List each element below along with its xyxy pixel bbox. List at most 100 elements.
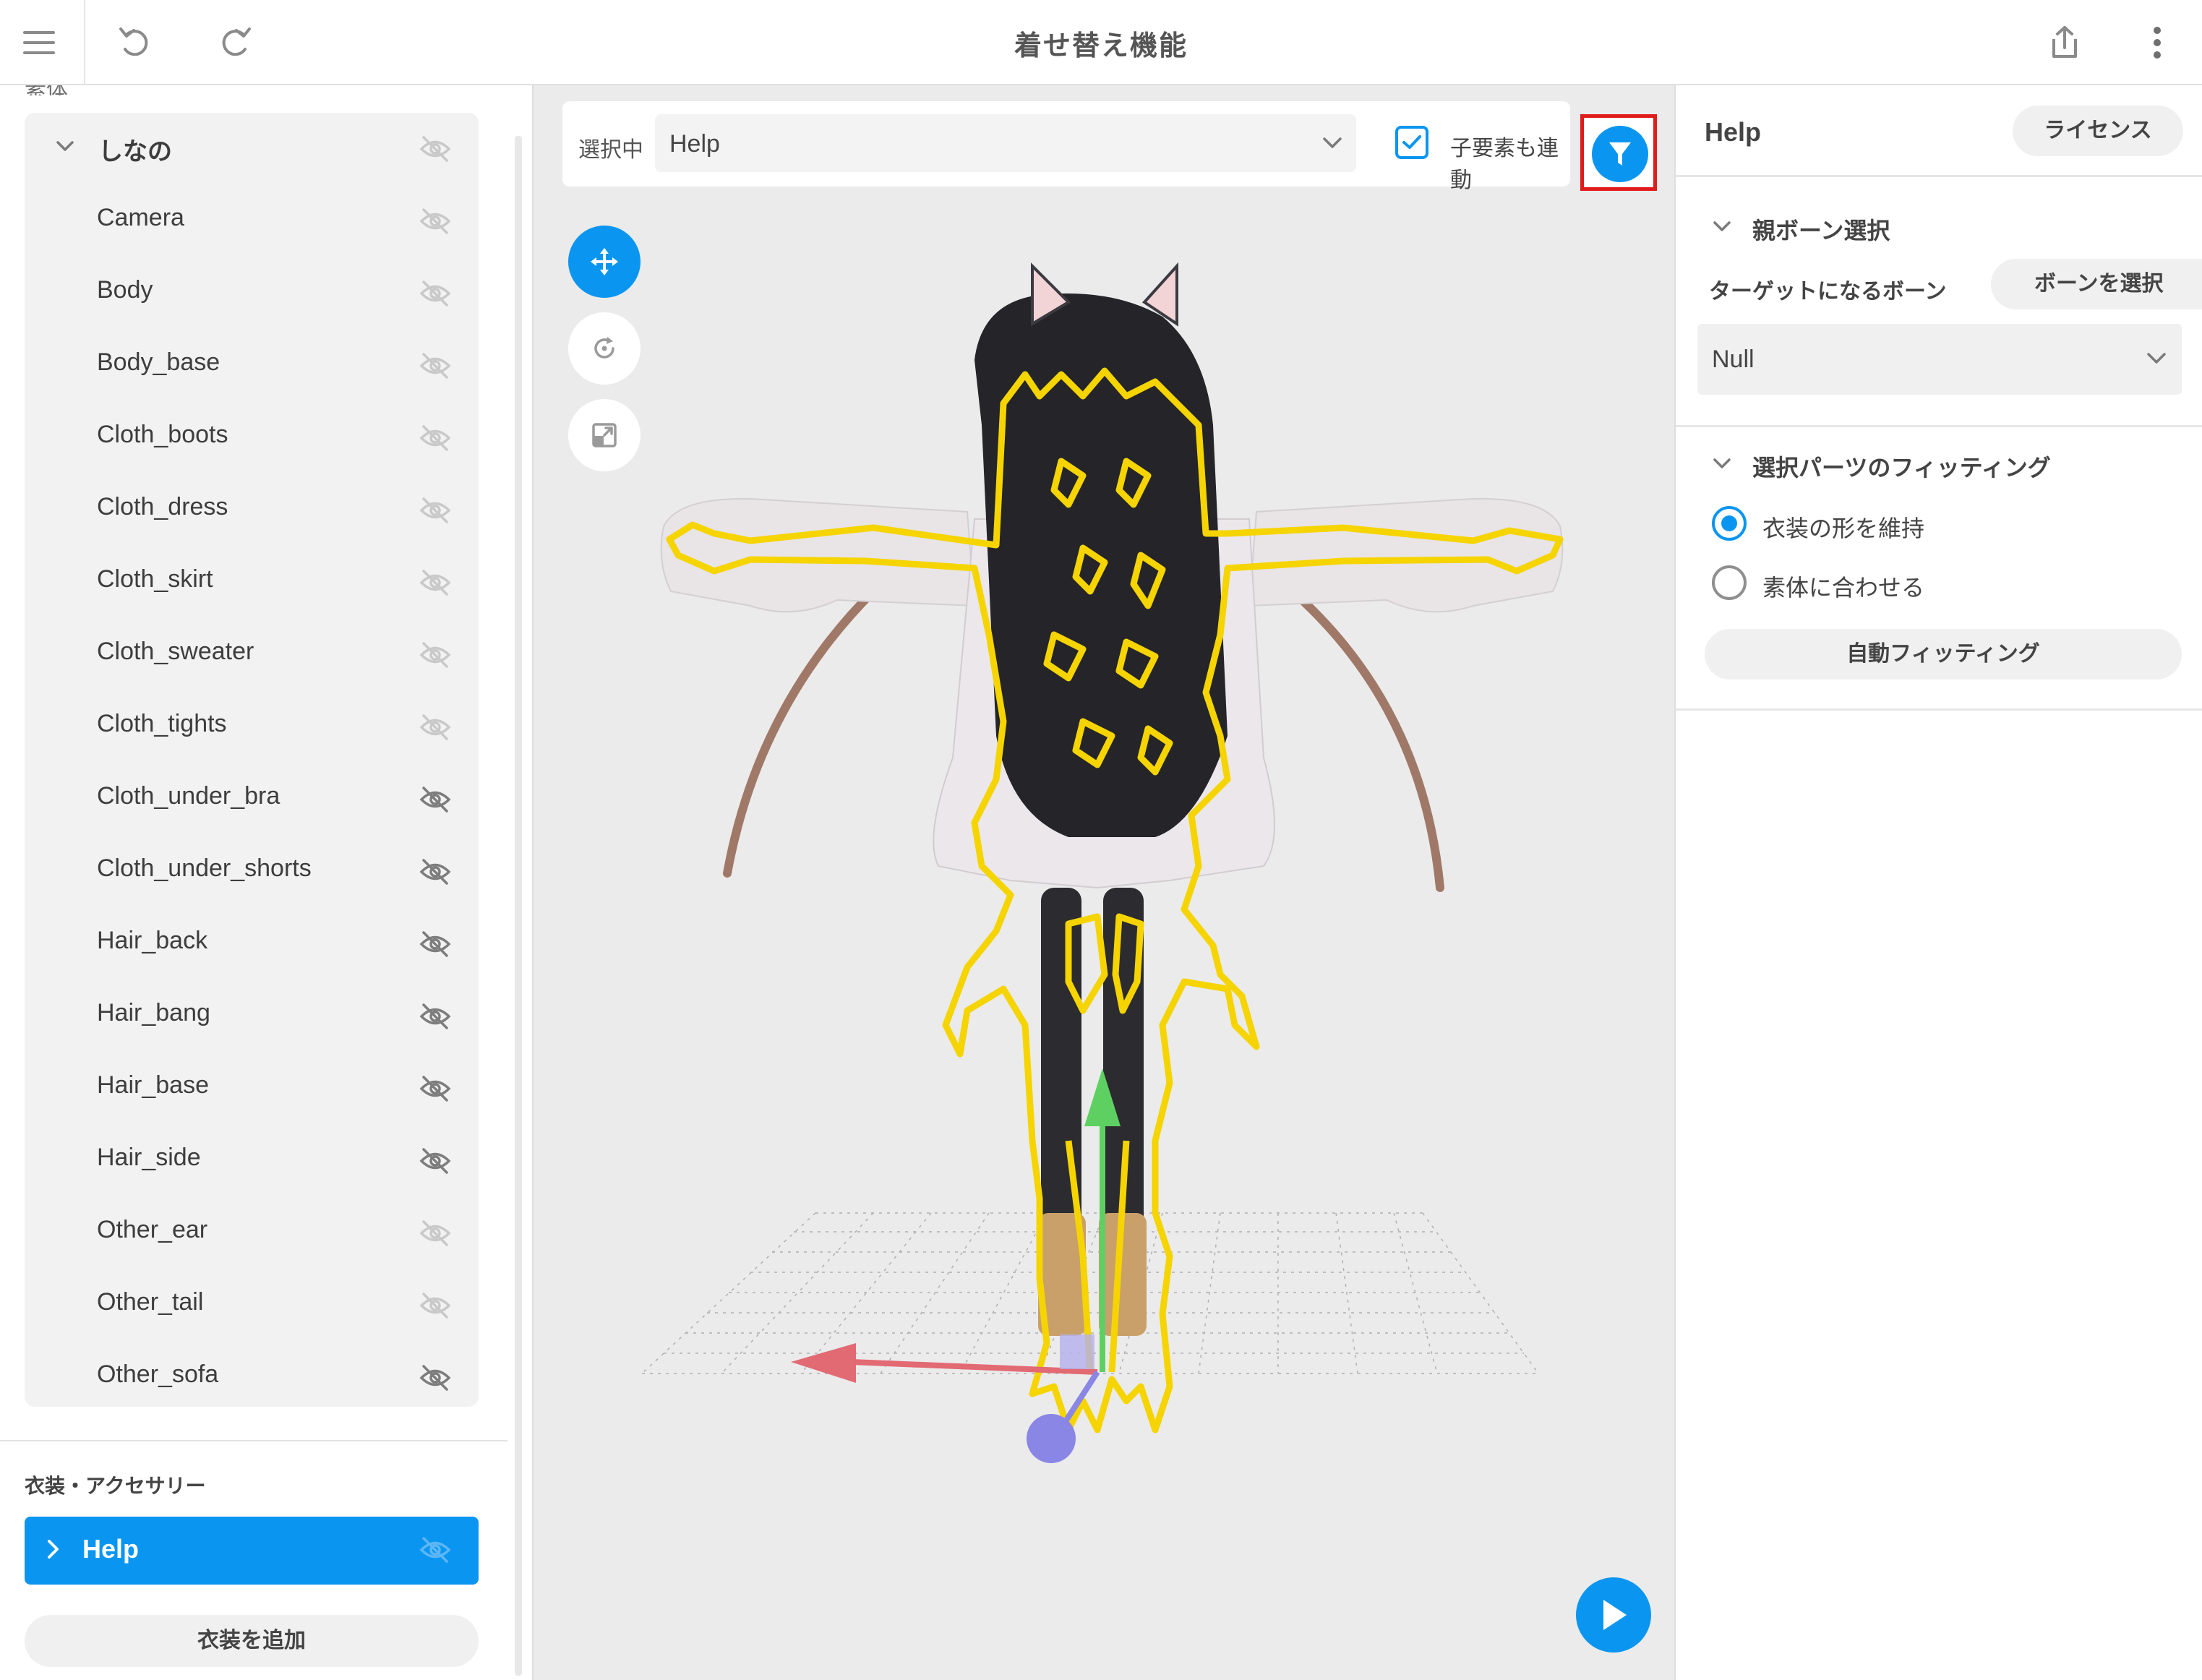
list-item-label: Other_tail [97, 1288, 204, 1316]
top-bar: 着せ替え機能 [0, 0, 2202, 85]
select-bone-button[interactable]: ボーンを選択 [1991, 259, 2202, 309]
selection-value: Help [669, 130, 720, 158]
eye-off-icon[interactable] [419, 496, 451, 525]
eye-off-icon[interactable] [419, 568, 451, 597]
more-options-button[interactable] [2128, 14, 2186, 72]
list-item-root[interactable]: しなの [25, 113, 479, 185]
parent-bone-section-header[interactable]: 親ボーン選択 [1712, 213, 1890, 246]
hamburger-menu-button[interactable] [10, 14, 68, 72]
list-item[interactable]: Camera [25, 185, 479, 257]
section-title: 親ボーン選択 [1752, 217, 1890, 244]
auto-fitting-button[interactable]: 自動フィッティング [1705, 629, 2182, 680]
list-item-label: Hair_side [97, 1144, 201, 1171]
eye-off-icon[interactable] [419, 1074, 451, 1103]
list-item-label: Camera [97, 204, 184, 231]
chevron-down-icon [1323, 137, 1342, 148]
scale-tool-button[interactable] [568, 399, 641, 471]
list-item[interactable]: Body_base [25, 330, 479, 402]
move-icon [591, 248, 618, 275]
eye-off-icon[interactable] [419, 930, 451, 959]
chevron-down-icon[interactable] [55, 136, 75, 156]
eye-off-icon[interactable] [419, 1363, 451, 1392]
eye-off-icon[interactable] [419, 785, 451, 814]
section-title: 選択パーツのフィッティング [1752, 454, 2051, 481]
eye-off-icon[interactable] [419, 1535, 451, 1564]
list-item-label: Cloth_dress [97, 493, 228, 520]
add-outfit-button[interactable]: 衣装を追加 [25, 1615, 479, 1667]
rotate-tool-button[interactable] [568, 312, 641, 385]
share-icon [2052, 26, 2077, 58]
play-button[interactable] [1576, 1577, 1651, 1653]
bone-dropdown[interactable]: Null [1697, 324, 2182, 395]
rotate-icon [594, 337, 614, 359]
list-item[interactable]: Hair_bang [25, 980, 479, 1053]
left-scrollbar[interactable] [515, 136, 522, 1676]
tail-right [1288, 587, 1444, 892]
list-item[interactable]: Cloth_under_shorts [25, 836, 479, 908]
share-button[interactable] [2036, 14, 2094, 72]
filter-icon [1609, 142, 1631, 166]
arm-right [1248, 497, 1564, 613]
list-item[interactable]: Other_tail [25, 1269, 479, 1342]
scene-canvas[interactable] [534, 85, 1674, 1680]
3d-viewport[interactable]: 選択中 Help 子要素も連動 [532, 85, 1674, 1680]
undo-icon [119, 27, 148, 56]
list-item-label: Body_base [97, 348, 220, 376]
list-item[interactable]: Cloth_boots [25, 402, 479, 474]
list-item[interactable]: Cloth_dress [25, 474, 479, 547]
child-link-checkbox[interactable] [1395, 126, 1428, 159]
list-item[interactable]: Cloth_skirt [25, 547, 479, 619]
list-item[interactable]: Cloth_under_bra [25, 763, 479, 836]
list-item-label: Cloth_under_shorts [97, 854, 312, 882]
undo-button[interactable] [106, 14, 163, 72]
list-item-label: Hair_bang [97, 999, 210, 1027]
radio-button[interactable] [1712, 565, 1747, 600]
fitting-section-header[interactable]: 選択パーツのフィッティング [1712, 450, 2051, 483]
list-item[interactable]: Body [25, 257, 479, 330]
eye-off-icon[interactable] [419, 279, 451, 308]
chevron-down-icon [1713, 458, 1731, 468]
list-item-label: Cloth_boots [97, 421, 228, 448]
eye-off-icon[interactable] [419, 1219, 451, 1248]
arm-left [660, 497, 976, 613]
list-item[interactable]: Cloth_sweater [25, 619, 479, 691]
eye-off-icon[interactable] [419, 857, 451, 886]
list-item-label: Cloth_sweater [97, 638, 254, 665]
tail-left [723, 587, 878, 878]
list-item[interactable]: Hair_back [25, 908, 479, 980]
list-item-label: Hair_base [97, 1071, 209, 1099]
section-divider [1676, 708, 2202, 711]
chevron-right-icon[interactable] [43, 1538, 62, 1560]
section-divider [0, 1440, 507, 1441]
eye-off-icon[interactable] [419, 207, 451, 236]
license-button[interactable]: ライセンス [2013, 106, 2183, 156]
move-tool-button[interactable] [568, 226, 641, 298]
eye-off-icon[interactable] [419, 424, 451, 453]
eye-off-icon[interactable] [419, 1291, 451, 1320]
selection-dropdown[interactable]: Help [655, 114, 1356, 172]
child-link-label: 子要素も連動 [1450, 136, 1559, 193]
eye-off-icon[interactable] [419, 1002, 451, 1031]
filter-button[interactable] [1592, 126, 1648, 182]
body-list: しなの Camera Body Body_base Cloth_boots Cloth_… [25, 113, 479, 1407]
selection-bar: 選択中 Help 子要素も連動 [562, 101, 1570, 193]
list-item[interactable]: Cloth_tights [25, 691, 479, 763]
redo-button[interactable] [207, 14, 265, 72]
play-icon [1603, 1600, 1627, 1630]
list-item[interactable]: Other_ear [25, 1197, 479, 1269]
panel-title: Help [1705, 117, 1762, 147]
accessory-item-label: Help [82, 1534, 140, 1564]
section-divider [1676, 425, 2202, 427]
list-item[interactable]: Hair_side [25, 1125, 479, 1197]
eye-off-icon[interactable] [419, 713, 451, 742]
radio-button[interactable] [1712, 506, 1747, 541]
accessory-item-help[interactable]: Help [25, 1517, 479, 1585]
eye-off-icon[interactable] [419, 640, 451, 669]
list-item[interactable]: Other_sofa [25, 1342, 479, 1414]
list-item[interactable]: Hair_base [25, 1053, 479, 1125]
accessory-section-title: 衣装・アクセサリー [25, 1474, 206, 1498]
eye-off-icon[interactable] [419, 134, 451, 163]
eye-off-icon[interactable] [419, 351, 451, 380]
eye-off-icon[interactable] [419, 1147, 451, 1175]
list-item-label: Hair_back [97, 927, 208, 954]
